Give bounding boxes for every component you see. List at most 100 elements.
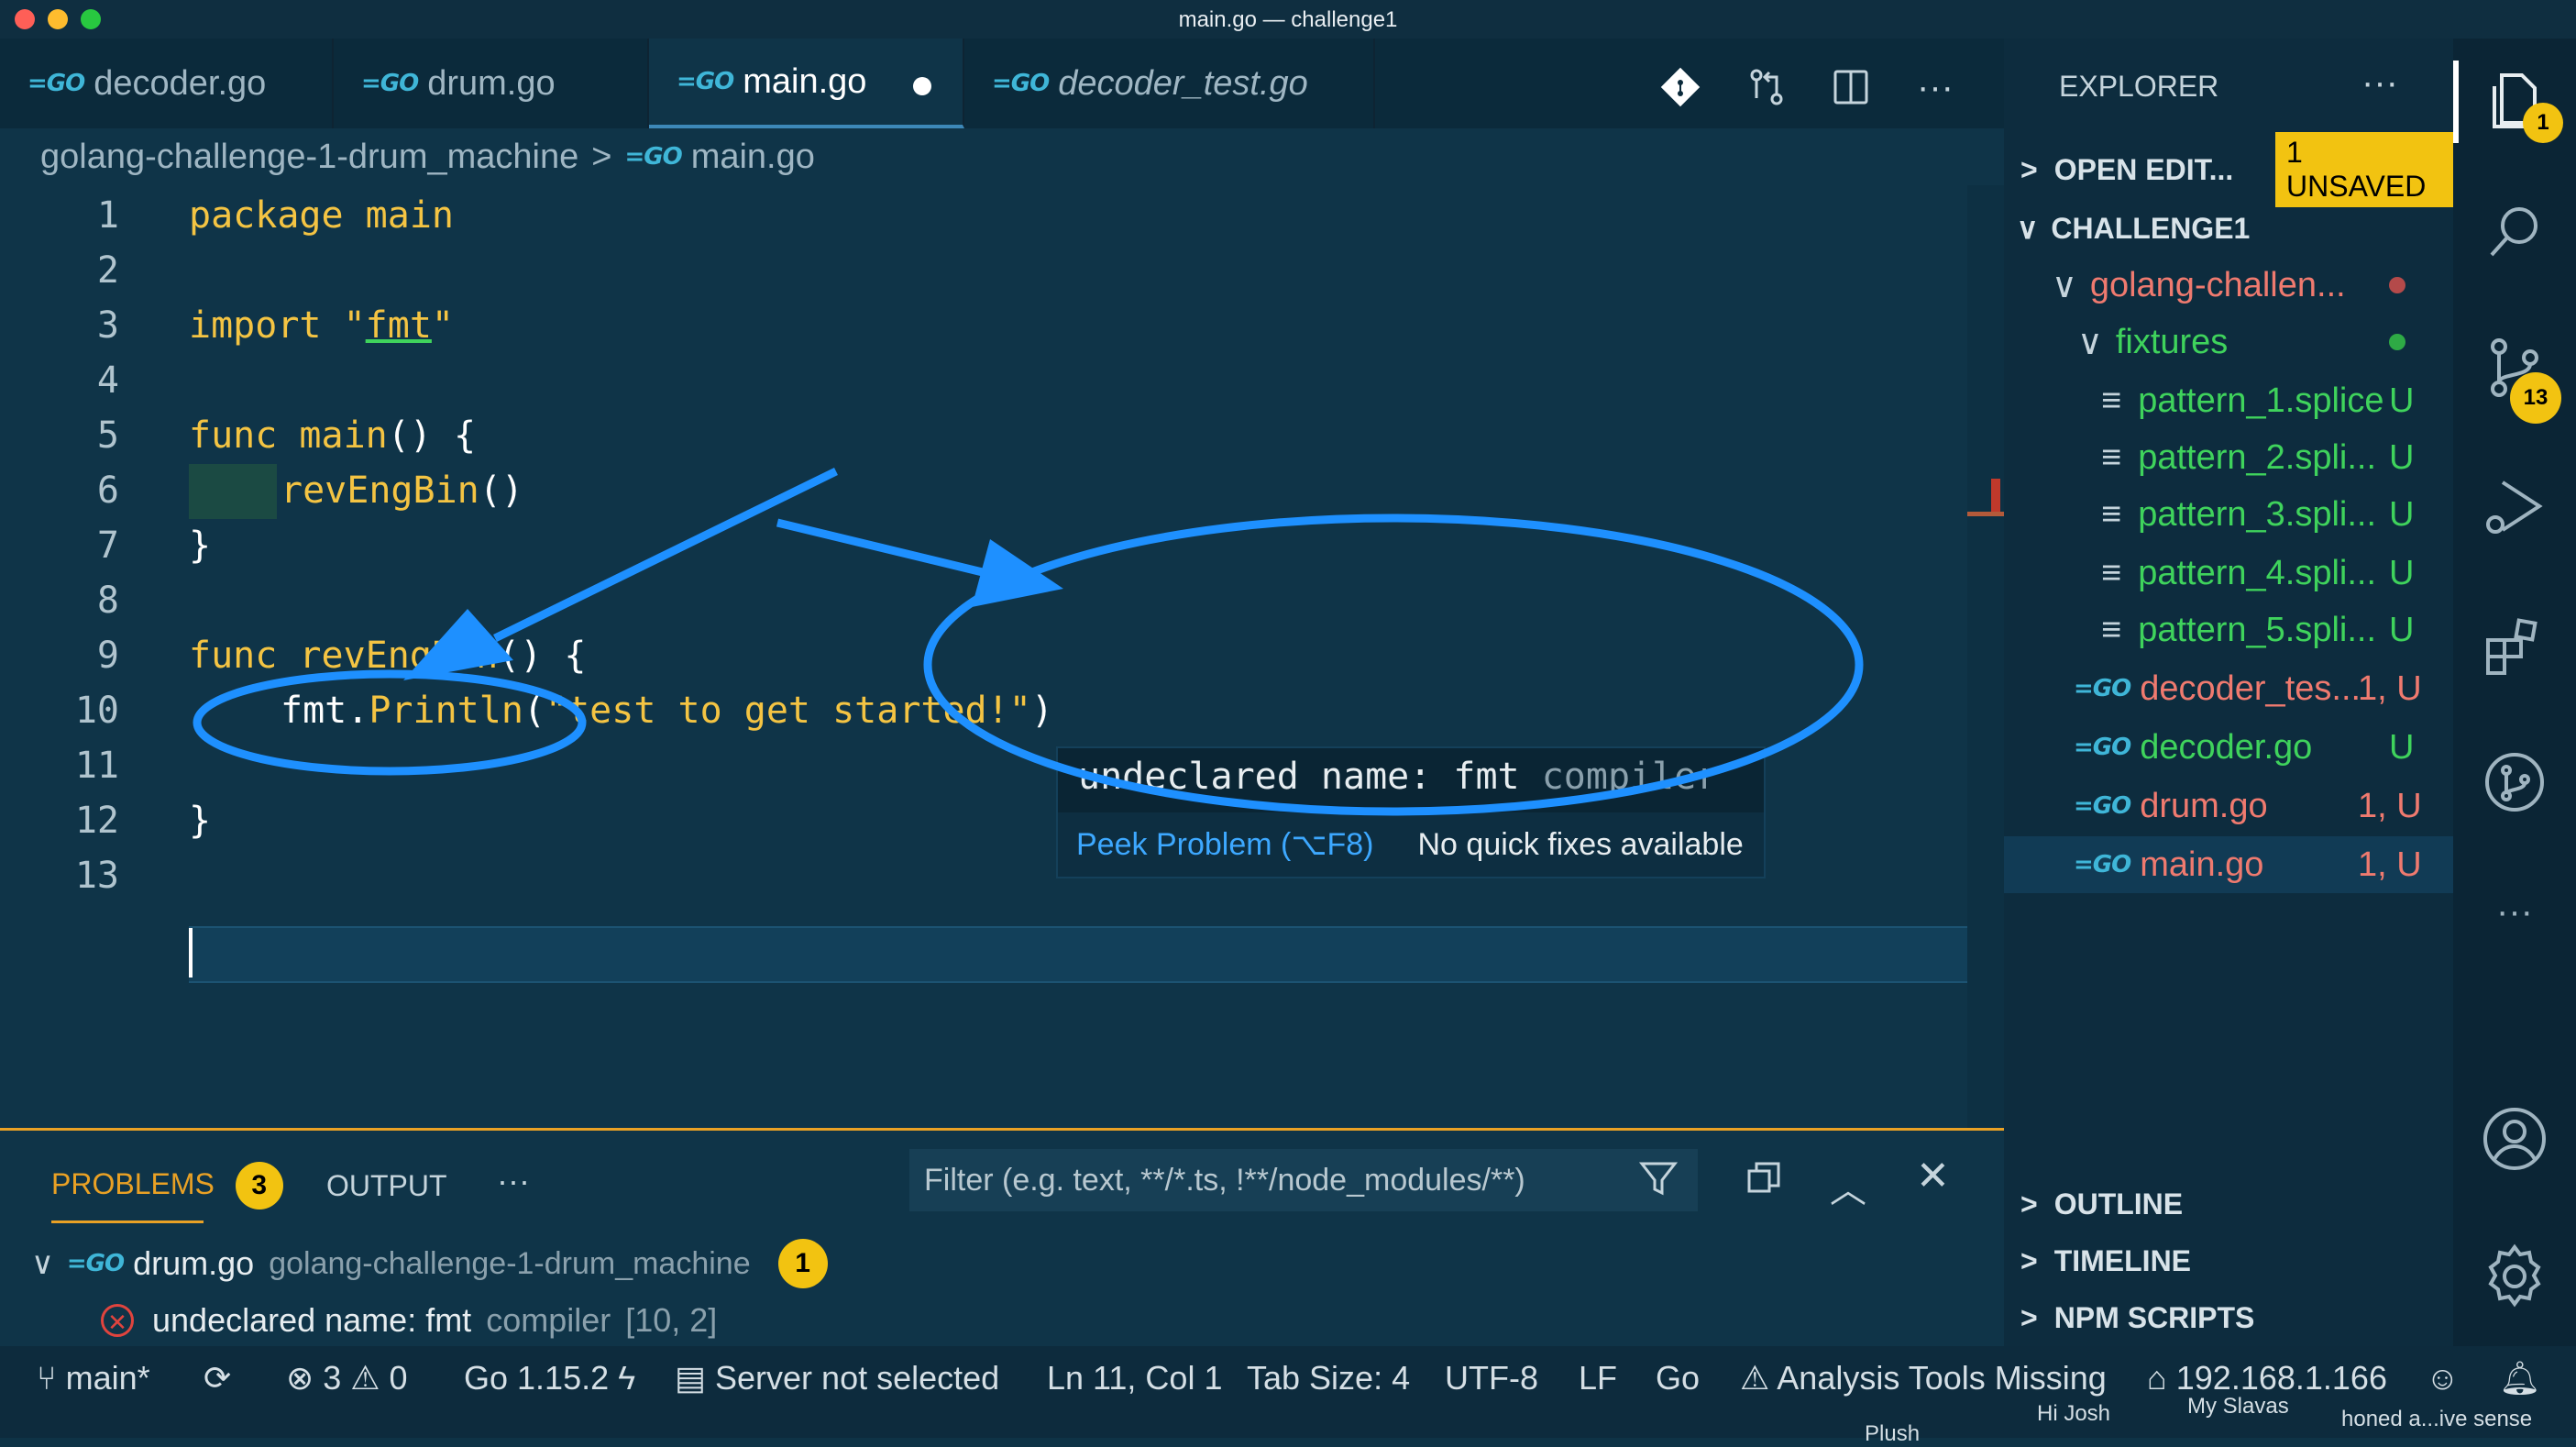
tab-label: main.go	[743, 61, 867, 101]
editor-tab-bar: =GO decoder.go =GO drum.go =GO main.go =…	[0, 39, 2004, 128]
text-file-icon: ≡	[2101, 437, 2122, 477]
breadcrumb: golang-challenge-1-drum_machine > =GO ma…	[0, 128, 2004, 185]
tab-label: drum.go	[427, 63, 556, 103]
split-editor-icon[interactable]	[1828, 64, 1874, 110]
chevron-right-icon: >	[591, 137, 612, 176]
problems-filter-input[interactable]: Filter (e.g. text, **/*.ts, !**/node_mod…	[909, 1149, 1698, 1211]
overlay-text: honed a...ive sense	[2341, 1407, 2533, 1431]
explorer-sidebar: EXPLORER ··· > OPEN EDIT... 1 UNSAVED ∨ …	[2004, 39, 2453, 1346]
warning-icon: ⚠	[350, 1359, 380, 1397]
problems-summary[interactable]: ⊗ 3 ⚠ 0	[286, 1359, 408, 1397]
run-debug-icon[interactable]	[2453, 473, 2576, 555]
go-file-icon: =GO	[2074, 675, 2131, 702]
panel-more-icon[interactable]: ···	[497, 1162, 530, 1200]
go-file-icon: =GO	[624, 143, 682, 171]
language-mode[interactable]: Go	[1656, 1359, 1700, 1397]
cursor-position[interactable]: Ln 11, Col 1	[1047, 1359, 1222, 1397]
window-title: main.go — challenge1	[1178, 7, 1398, 32]
open-changes-icon[interactable]	[1744, 64, 1789, 110]
outline-section[interactable]: > OUTLINE	[2004, 1176, 2453, 1232]
file-main-go[interactable]: =GO main.go 1, U	[2004, 836, 2453, 893]
chevron-down-icon: ∨	[31, 1246, 54, 1281]
go-file-icon: =GO	[2074, 792, 2131, 820]
timeline-section[interactable]: > TIMELINE	[2004, 1232, 2453, 1289]
go-file-icon: =GO	[28, 70, 85, 97]
unsaved-badge: 1 UNSAVED	[2275, 132, 2453, 207]
modified-dot-icon	[2389, 277, 2405, 293]
title-bar: main.go — challenge1	[0, 0, 2576, 39]
filter-icon[interactable]	[1637, 1158, 1679, 1205]
error-icon: ✕	[101, 1304, 134, 1337]
chevron-down-icon: ∨	[2077, 323, 2103, 362]
unsaved-dot-icon[interactable]	[913, 77, 931, 95]
problems-panel: PROBLEMS 3 OUTPUT ··· Filter (e.g. text,…	[0, 1128, 2004, 1346]
settings-gear-icon[interactable]	[2453, 1242, 2576, 1325]
folder-fixtures[interactable]: ∨ fixtures	[2004, 314, 2453, 370]
tab-drum-go[interactable]: =GO drum.go	[334, 39, 649, 128]
chevron-right-icon: >	[2020, 1243, 2038, 1277]
tab-decoder-go[interactable]: =GO decoder.go	[0, 39, 334, 128]
search-icon[interactable]	[2453, 200, 2576, 278]
text-file-icon: ≡	[2101, 381, 2122, 420]
file-pattern-5[interactable]: ≡ pattern_5.spli... U	[2004, 602, 2453, 658]
server-selector[interactable]: ▤ Server not selected	[675, 1359, 999, 1397]
file-pattern-3[interactable]: ≡ pattern_3.spli... U	[2004, 486, 2453, 543]
npm-scripts-section[interactable]: > NPM SCRIPTS	[2004, 1289, 2453, 1346]
server-icon: ▤	[675, 1359, 716, 1397]
problems-file-group[interactable]: ∨ =GO drum.go golang-challenge-1-drum_ma…	[31, 1239, 828, 1288]
tab-output[interactable]: OUTPUT	[326, 1169, 447, 1203]
tab-problems[interactable]: PROBLEMS 3	[51, 1162, 283, 1223]
go-file-icon: =GO	[361, 70, 419, 97]
extensions-icon[interactable]	[2453, 613, 2576, 694]
file-pattern-4[interactable]: ≡ pattern_4.spli... U	[2004, 545, 2453, 602]
close-panel-icon[interactable]: ✕	[1916, 1153, 1950, 1199]
folder-golang-challenge[interactable]: ∨ golang-challen...	[2004, 257, 2453, 314]
file-decoder-test-go[interactable]: =GO decoder_tes... 1, U	[2004, 660, 2453, 717]
sync-icon[interactable]: ⟳	[204, 1359, 231, 1397]
breadcrumb-folder[interactable]: golang-challenge-1-drum_machine	[40, 138, 578, 177]
accounts-icon[interactable]	[2453, 1104, 2576, 1187]
workspace-root[interactable]: ∨ CHALLENGE1	[2004, 200, 2453, 257]
file-pattern-1[interactable]: ≡ pattern_1.splice U	[2004, 372, 2453, 429]
file-pattern-2[interactable]: ≡ pattern_2.spli... U	[2004, 429, 2453, 486]
tab-label: decoder_test.go	[1058, 63, 1308, 103]
source-control-badge: 13	[2510, 372, 2561, 424]
breadcrumb-file[interactable]: main.go	[691, 138, 815, 177]
analysis-tools-warning[interactable]: ⚠ Analysis Tools Missing	[1740, 1359, 2107, 1397]
error-icon: ⊗	[286, 1359, 314, 1397]
remote-host[interactable]: ⌂ 192.168.1.166	[2147, 1359, 2387, 1397]
go-file-icon: =GO	[677, 68, 734, 95]
chevron-right-icon: >	[2020, 1300, 2038, 1334]
chevron-down-icon: ∨	[2017, 212, 2039, 245]
go-version[interactable]: Go 1.15.2 ϟ	[464, 1359, 635, 1397]
open-editors-section[interactable]: > OPEN EDIT... 1 UNSAVED	[2004, 132, 2453, 207]
overlay-text: My Slavas	[2187, 1394, 2289, 1419]
git-graph-icon[interactable]	[2453, 748, 2576, 830]
more-views-icon[interactable]: ···	[2453, 891, 2576, 933]
lightning-icon: ϟ	[618, 1359, 636, 1397]
chevron-right-icon: >	[2020, 152, 2038, 186]
branch-indicator[interactable]: ⑂ main*	[37, 1359, 150, 1397]
feedback-icon[interactable]: ☺	[2426, 1359, 2460, 1397]
file-drum-go[interactable]: =GO drum.go 1, U	[2004, 778, 2453, 834]
home-icon: ⌂	[2147, 1359, 2176, 1397]
status-bar: ⑂ main* ⟳ ⊗ 3 ⚠ 0 Go 1.15.2 ϟ ▤ Server n…	[0, 1346, 2576, 1446]
maximize-panel-icon[interactable]: ︿	[1830, 1160, 1866, 1213]
explorer-more-icon[interactable]: ···	[2361, 62, 2398, 104]
git-lens-icon[interactable]	[1657, 64, 1703, 110]
more-actions-icon[interactable]: ···	[1912, 64, 1958, 110]
code-editor[interactable]: 1 2 3 4 5 6 7 8 9 10 11 12 13 package ma…	[0, 185, 2004, 1128]
tab-decoder-test-go[interactable]: =GO decoder_test.go	[964, 39, 1375, 128]
text-file-icon: ≡	[2101, 610, 2122, 649]
collapse-all-icon[interactable]	[1745, 1160, 1782, 1201]
file-decoder-go[interactable]: =GO decoder.go U	[2004, 719, 2453, 776]
activity-bar: 1 13 ···	[2453, 39, 2576, 1346]
encoding[interactable]: UTF-8	[1445, 1359, 1538, 1397]
tab-size[interactable]: Tab Size: 4	[1247, 1359, 1410, 1397]
problem-item[interactable]: ✕ undeclared name: fmt compiler [10, 2]	[101, 1301, 717, 1340]
overlay-text: Plush	[1865, 1421, 1921, 1446]
tab-main-go[interactable]: =GO main.go	[649, 39, 964, 128]
chevron-down-icon: ∨	[2052, 266, 2077, 305]
end-of-line[interactable]: LF	[1579, 1359, 1617, 1397]
notifications-bell-icon[interactable]: 🔔︎	[2499, 1359, 2541, 1397]
